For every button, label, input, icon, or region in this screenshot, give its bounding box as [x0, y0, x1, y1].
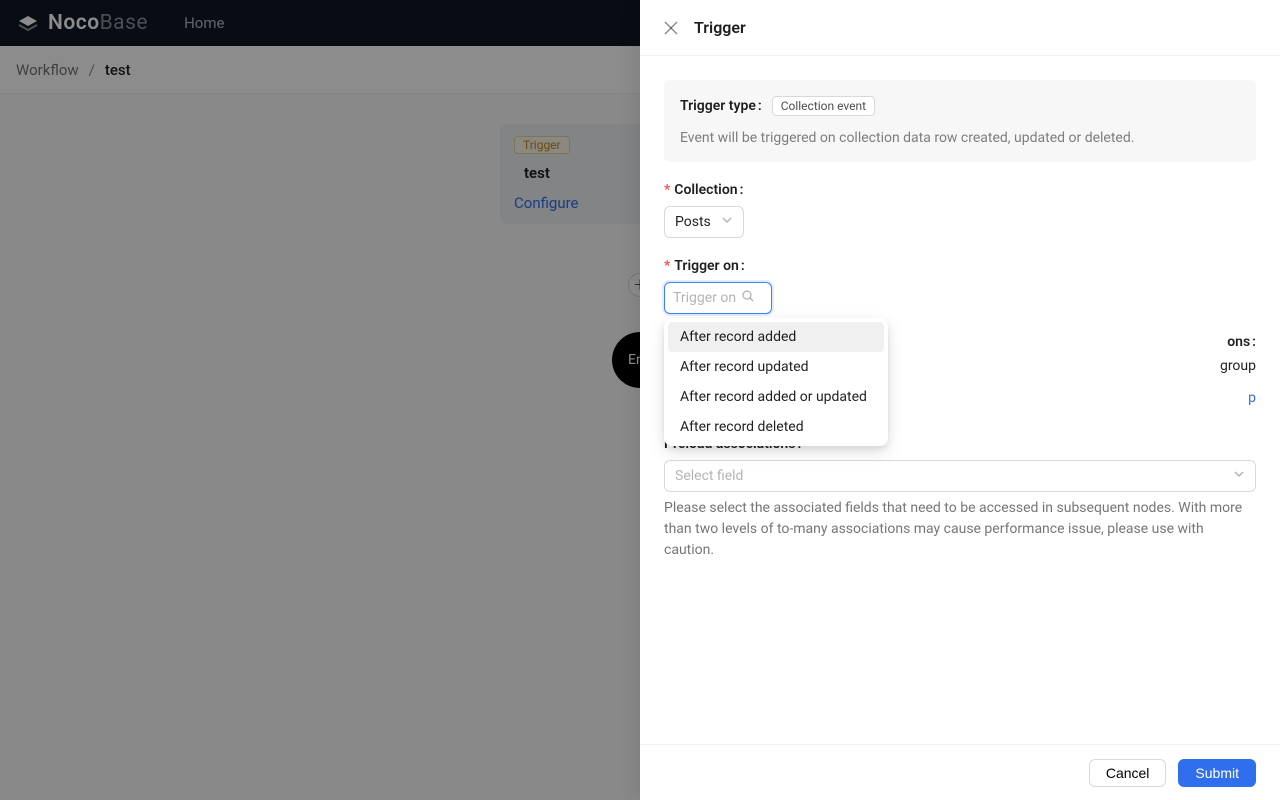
drawer-body: Trigger type Collection event Event will…	[640, 56, 1280, 744]
collection-select[interactable]: Posts	[664, 206, 744, 238]
trigger-type-box: Trigger type Collection event Event will…	[664, 80, 1256, 162]
trigger-drawer: Trigger Trigger type Collection event Ev…	[640, 0, 1280, 800]
trigger-type-description: Event will be triggered on collection da…	[680, 130, 1240, 146]
conditions-group-text: group	[1220, 358, 1256, 374]
collection-field: *Collection Posts	[664, 182, 1256, 238]
drawer-footer: Cancel Submit	[640, 744, 1280, 800]
trigger-on-dropdown: After record added After record updated …	[664, 318, 888, 446]
preload-helper-text: Please select the associated fields that…	[664, 498, 1256, 561]
drawer-close-button[interactable]	[664, 21, 678, 35]
search-icon	[742, 290, 754, 306]
conditions-label-suffix: ons	[1227, 334, 1250, 350]
dropdown-option-added-updated[interactable]: After record added or updated	[668, 382, 884, 412]
dropdown-option-updated[interactable]: After record updated	[668, 352, 884, 382]
collection-label: Collection	[674, 182, 743, 198]
trigger-type-value: Collection event	[772, 96, 875, 116]
submit-button[interactable]: Submit	[1178, 759, 1256, 787]
trigger-on-placeholder: Trigger on	[673, 290, 736, 306]
preload-field: Preload associations Select field Please…	[664, 436, 1256, 561]
chevron-down-icon	[721, 214, 733, 230]
trigger-on-select[interactable]: Trigger on	[664, 282, 772, 314]
chevron-down-icon	[1233, 468, 1245, 484]
preload-placeholder: Select field	[675, 468, 743, 484]
trigger-type-label: Trigger type	[680, 98, 762, 114]
add-condition-group-link[interactable]: p	[1248, 390, 1256, 406]
trigger-on-label: Trigger on	[674, 258, 744, 274]
cancel-button[interactable]: Cancel	[1089, 759, 1167, 787]
close-icon	[664, 21, 678, 35]
collection-selected-value: Posts	[675, 214, 711, 230]
dropdown-option-deleted[interactable]: After record deleted	[668, 412, 884, 442]
modal-mask[interactable]	[0, 0, 640, 800]
preload-select[interactable]: Select field	[664, 460, 1256, 492]
drawer-title: Trigger	[694, 18, 746, 37]
trigger-on-field: *Trigger on Trigger on	[664, 258, 1256, 314]
drawer-header: Trigger	[640, 0, 1280, 56]
dropdown-option-added[interactable]: After record added	[668, 322, 884, 352]
